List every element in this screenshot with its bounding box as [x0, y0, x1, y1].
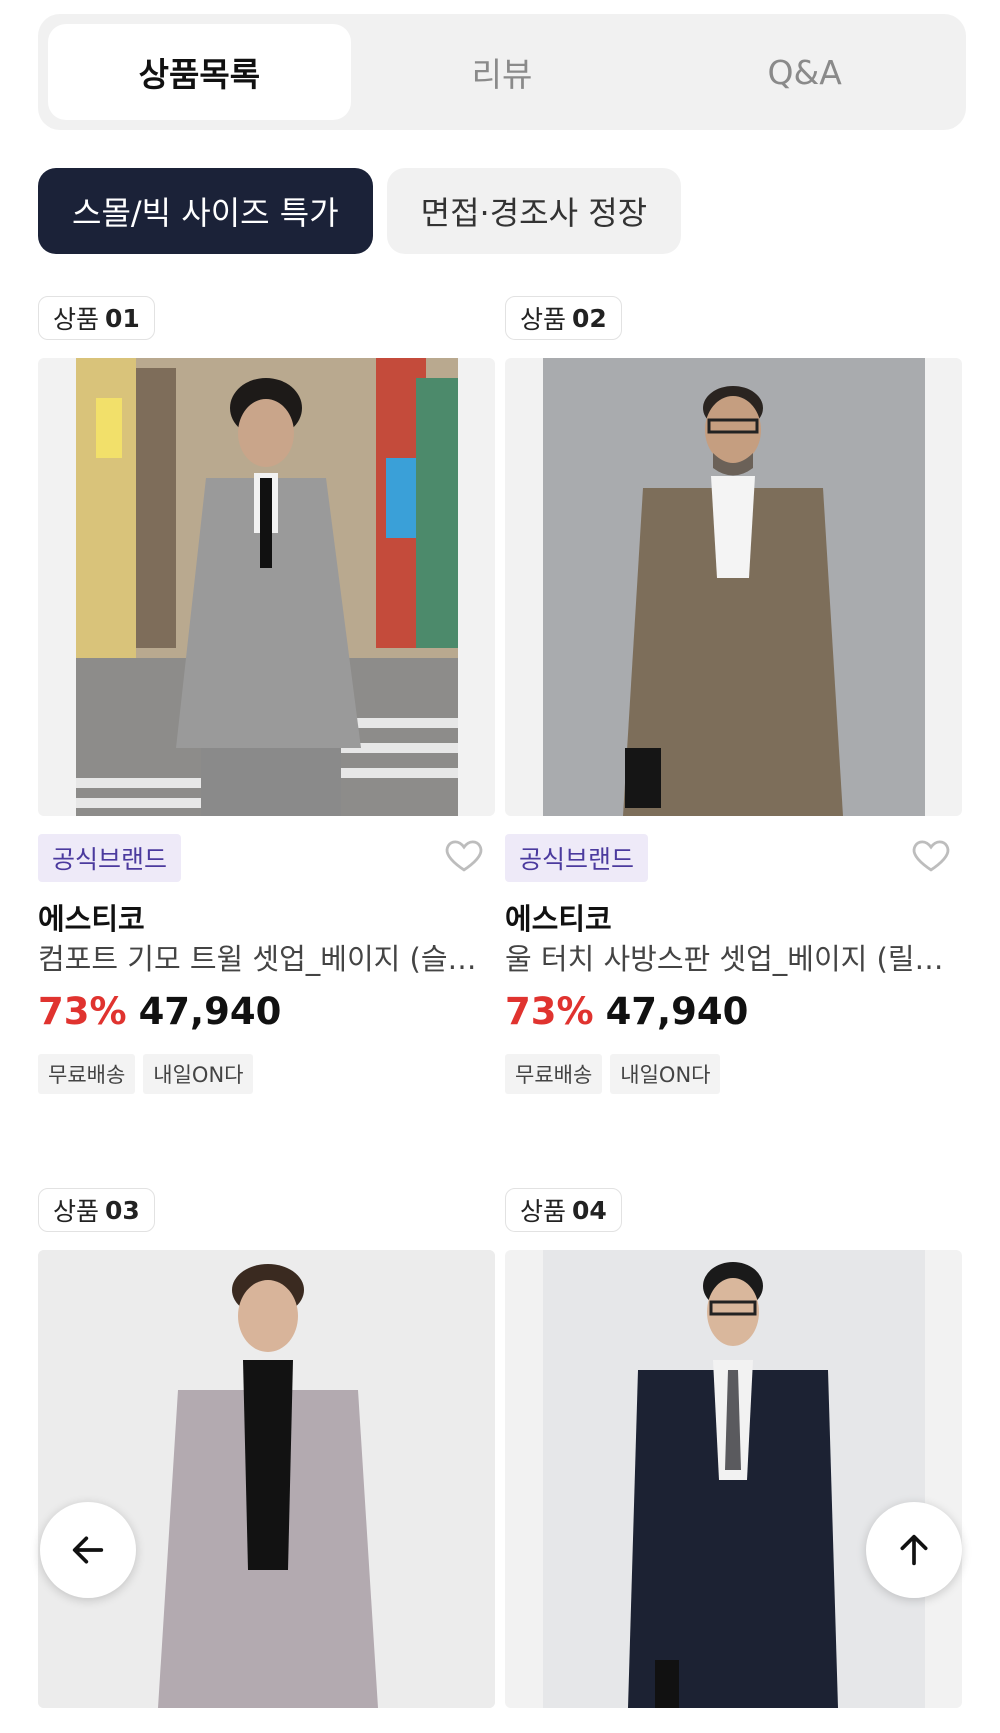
scroll-top-button[interactable] [866, 1502, 962, 1598]
badge-number: 03 [105, 1195, 140, 1225]
next-day-tag: 내일ON다 [143, 1054, 254, 1094]
badge-number: 01 [105, 303, 140, 333]
official-brand-tag: 공식브랜드 [38, 834, 182, 882]
product-name[interactable]: 컴포트 기모 트윌 셋업_베이지 (슬… [38, 936, 478, 978]
photo-man-navy-suit [543, 1250, 925, 1708]
product-list-page: 상품목록 리뷰 Q&A 스몰/빅 사이즈 특가 면접·경조사 정장 상품 01 [0, 0, 1000, 1733]
sale-price: 47,940 [605, 990, 749, 1033]
badge-number: 02 [572, 303, 607, 333]
price-row: 73% 47,940 [38, 990, 281, 1033]
free-shipping-tag: 무료배송 [38, 1054, 136, 1094]
arrow-up-icon [900, 1534, 928, 1566]
product-image[interactable] [38, 358, 495, 816]
chip-interview-suit[interactable]: 면접·경조사 정장 [386, 168, 682, 254]
photo-man-beige-suit [543, 358, 925, 816]
tab-product-list[interactable]: 상품목록 [48, 24, 351, 120]
badge-prefix: 상품 [520, 1197, 567, 1226]
product-card-04[interactable]: 상품 04 [505, 1188, 962, 1718]
shipping-tags: 무료배송 내일ON다 [38, 1054, 254, 1094]
price-row: 73% 47,940 [505, 990, 748, 1033]
heart-icon[interactable] [910, 834, 952, 876]
photo-man-grey-suit-city [76, 358, 458, 816]
product-card-01[interactable]: 상품 01 공식브랜드 에스티코 컴포트 기모 트윌 셋업_베이지 (슬… 73… [38, 296, 495, 1094]
product-image[interactable] [505, 1250, 962, 1708]
heart-icon[interactable] [443, 834, 485, 876]
photo-man-lilac-blazer [38, 1250, 495, 1708]
shipping-tags: 무료배송 내일ON다 [505, 1054, 721, 1094]
product-image[interactable] [38, 1250, 495, 1708]
brand-name: 에스티코 [38, 902, 145, 936]
arrow-left-icon [72, 1536, 104, 1564]
product-number-badge: 상품 02 [505, 296, 622, 340]
category-chips: 스몰/빅 사이즈 특가 면접·경조사 정장 [38, 168, 682, 254]
product-number-badge: 상품 01 [38, 296, 155, 340]
sale-price: 47,940 [138, 990, 282, 1033]
product-card-02[interactable]: 상품 02 공식브랜드 에스티코 울 터치 사방스판 셋업_베이지 (릴… 73… [505, 296, 962, 1094]
discount-rate: 73% [38, 990, 127, 1033]
badge-number: 04 [572, 1195, 607, 1225]
brand-name: 에스티코 [505, 902, 612, 936]
badge-prefix: 상품 [520, 305, 567, 334]
product-number-badge: 상품 03 [38, 1188, 155, 1232]
product-number-badge: 상품 04 [505, 1188, 622, 1232]
badge-prefix: 상품 [53, 305, 100, 334]
back-button[interactable] [40, 1502, 136, 1598]
section-tabs: 상품목록 리뷰 Q&A [38, 14, 966, 130]
free-shipping-tag: 무료배송 [505, 1054, 603, 1094]
tab-reviews[interactable]: 리뷰 [351, 24, 654, 120]
chip-small-big-size-sale[interactable]: 스몰/빅 사이즈 특가 [38, 168, 373, 254]
next-day-tag: 내일ON다 [610, 1054, 721, 1094]
product-image[interactable] [505, 358, 962, 816]
product-name[interactable]: 울 터치 사방스판 셋업_베이지 (릴… [505, 936, 945, 978]
official-brand-tag: 공식브랜드 [505, 834, 649, 882]
tab-qna[interactable]: Q&A [653, 24, 956, 120]
discount-rate: 73% [505, 990, 594, 1033]
product-card-03[interactable]: 상품 03 [38, 1188, 495, 1718]
badge-prefix: 상품 [53, 1197, 100, 1226]
